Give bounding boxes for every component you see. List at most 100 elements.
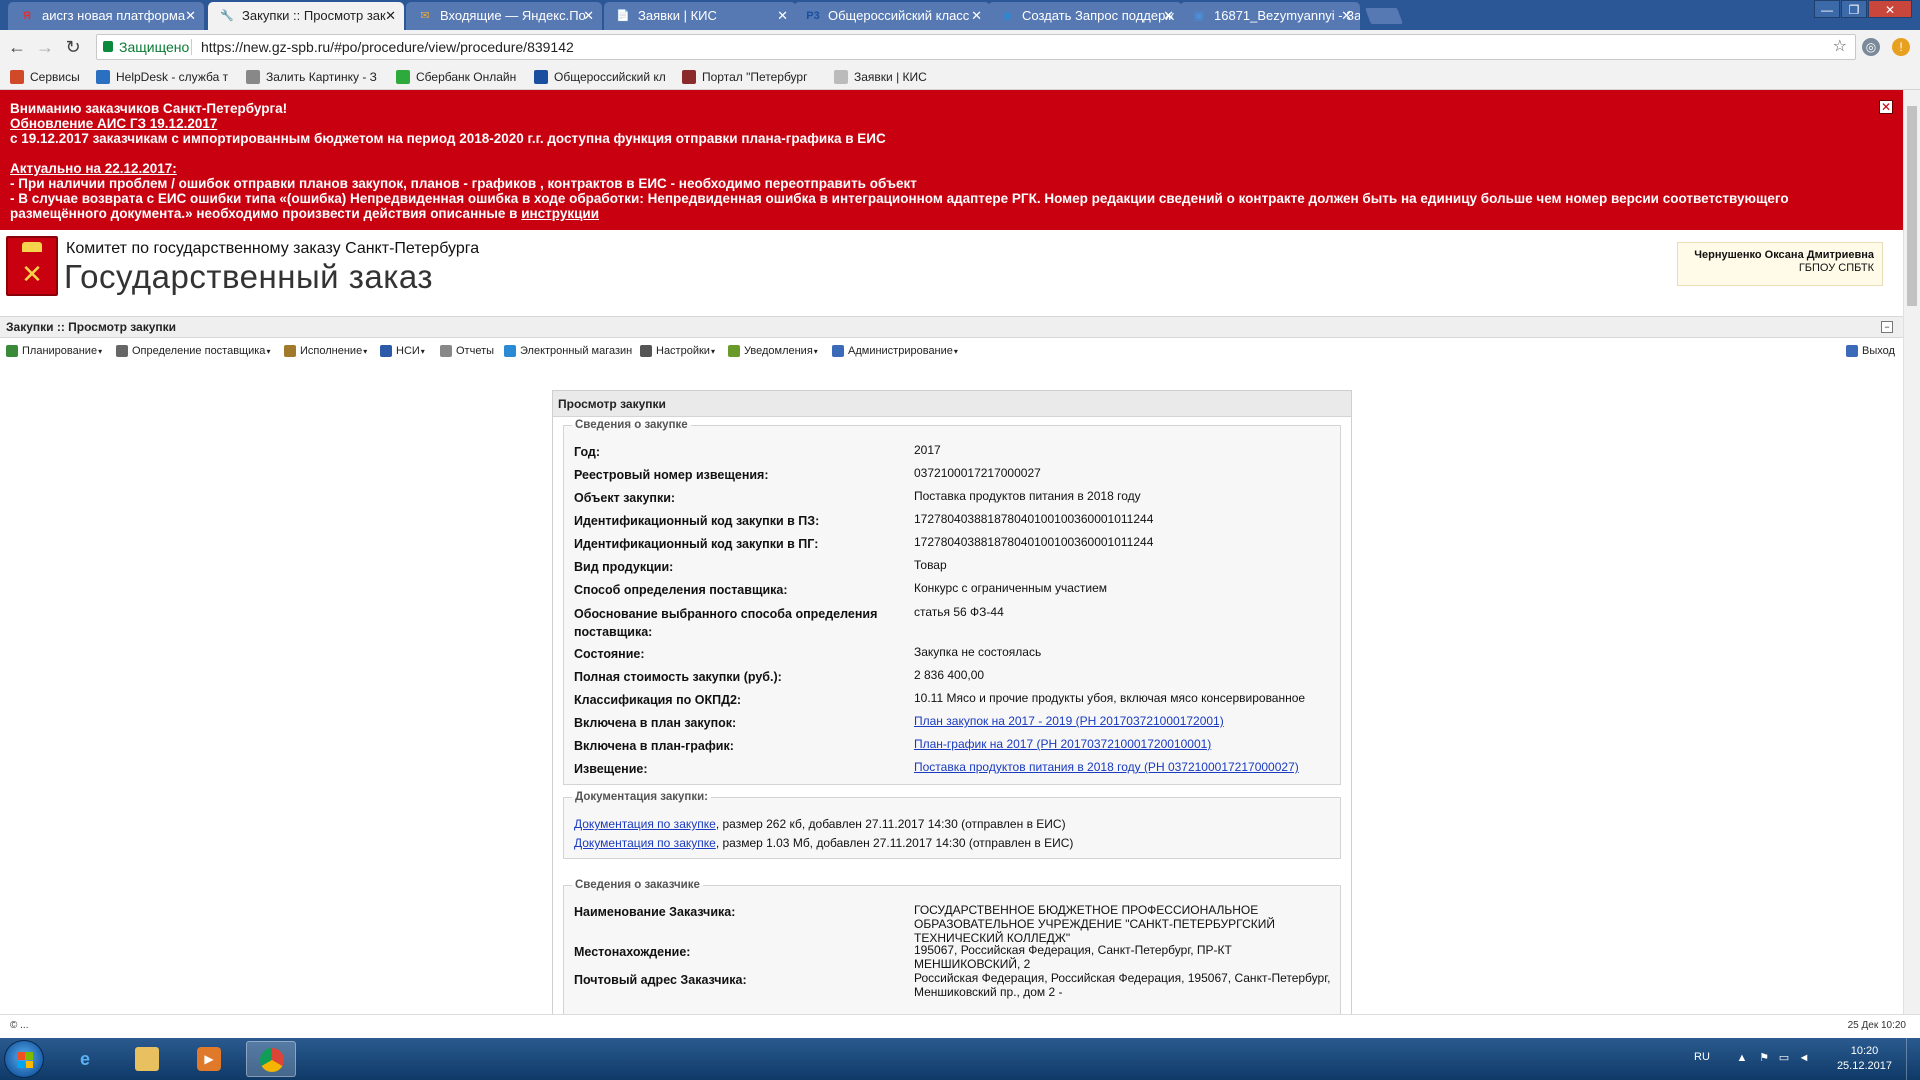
org-name: Комитет по государственному заказу Санкт… [66, 240, 480, 257]
field-label: Вид продукции: [574, 560, 674, 574]
bookmark-item[interactable]: Залить Картинку - З [246, 69, 377, 85]
page-scrollbar[interactable] [1903, 90, 1920, 1014]
bookmark-item[interactable]: Заявки | КИС [834, 69, 927, 85]
menu-item[interactable]: Уведомления▾ [728, 343, 818, 359]
reload-icon[interactable]: ↻ [62, 36, 84, 58]
chevron-down-icon: ▾ [953, 347, 958, 356]
field-label: Наименование Заказчика: [574, 905, 736, 919]
browser-tab[interactable]: Яаисгз новая платформа ✕ [8, 2, 204, 30]
alert-icon[interactable]: ! [1892, 38, 1910, 56]
field-value: 10.11 Мясо и прочие продукты убоя, включ… [914, 691, 1306, 705]
internet-explorer-icon: e [79, 1049, 90, 1069]
bookmark-item[interactable]: Сервисы [10, 69, 80, 85]
menu-item-icon [380, 345, 392, 357]
document-row: Документация по закупке, размер 262 кб, … [574, 817, 1066, 831]
forward-arrow-icon[interactable]: → [34, 36, 56, 58]
taskbar-chrome[interactable] [246, 1041, 296, 1077]
menu-item[interactable]: Отчеты [440, 343, 494, 359]
field-value-link[interactable]: План-график на 2017 (РН 2017037210001720… [914, 737, 1211, 751]
menu-item[interactable]: Определение поставщика▾ [116, 343, 270, 359]
tab-close-icon[interactable]: ✕ [1341, 2, 1352, 30]
tab-favicon-icon: Я [23, 10, 31, 22]
extension-icon[interactable]: ◎ [1862, 38, 1880, 56]
network-icon[interactable]: ▭ [1778, 1052, 1790, 1064]
field-value: Поставка продуктов питания в 2018 году [914, 489, 1141, 503]
browser-tab[interactable]: P3 Общероссийский класс ✕ [794, 2, 990, 30]
browser-tab-strip: Яаисгз новая платформа ✕ 🔧 Закупки :: Просм… [0, 0, 1920, 30]
taskbar-media[interactable]: ▶ [184, 1041, 234, 1077]
bookmark-item[interactable]: HelpDesk - служба т [96, 69, 228, 85]
portal-icon [682, 70, 696, 84]
minimize-button[interactable]: — [1814, 0, 1840, 18]
flag-icon[interactable]: ⚑ [1758, 1052, 1770, 1064]
tray-expand-icon[interactable]: ▲ [1736, 1052, 1748, 1064]
media-player-icon: ▶ [197, 1047, 221, 1071]
tab-close-icon[interactable]: ✕ [777, 2, 788, 30]
menu-item[interactable]: Исполнение▾ [284, 343, 367, 359]
user-info-box[interactable]: Чернушенко Оксана Дмитриевна ГБПОУ СПБТК [1677, 242, 1883, 286]
clock[interactable]: 10:20 25.12.2017 [1837, 1044, 1892, 1074]
banner-close-icon[interactable]: ✕ [1879, 100, 1893, 114]
menu-item[interactable]: Администрирование▾ [832, 343, 958, 359]
main-menu: Планирование▾ Определение поставщика▾ Испо… [0, 338, 1903, 362]
browser-tab[interactable]: ▣ 16871_Bezymyannyi - Зап ✕ [1180, 2, 1360, 30]
page-viewport: Вниманию заказчиков Санкт-Петербурга! Об… [0, 90, 1920, 1014]
banner-line: размещённого документа.» необходимо прои… [10, 206, 600, 221]
tab-close-icon[interactable]: ✕ [971, 2, 982, 30]
tab-close-icon[interactable]: ✕ [185, 2, 196, 30]
menu-item-icon [728, 345, 740, 357]
bookmark-star-icon[interactable]: ☆ [1833, 35, 1847, 59]
tab-close-icon[interactable]: ✕ [385, 2, 396, 30]
menu-item[interactable]: Электронный магазин [504, 343, 632, 359]
browser-tab[interactable]: ◉ Создать Запрос поддерж ✕ [988, 2, 1182, 30]
document-link[interactable]: Документация по закупке [574, 817, 716, 831]
menu-item-icon [116, 345, 128, 357]
language-indicator[interactable]: RU [1694, 1051, 1710, 1063]
browser-tab[interactable]: 🔧 Закупки :: Просмотр зак ✕ [208, 2, 404, 30]
field-value: Российская Федерация, Российская Федерац… [914, 971, 1331, 999]
menu-item[interactable]: Настройки▾ [640, 343, 715, 359]
field-label: Состояние: [574, 647, 645, 661]
show-desktop-button[interactable] [1906, 1038, 1920, 1080]
bookmark-item[interactable]: Сбербанк Онлайн [396, 69, 516, 85]
menu-item[interactable]: НСИ▾ [380, 343, 425, 359]
bookmark-item[interactable]: Общероссийский кл [534, 69, 666, 85]
field-value: Товар [914, 558, 947, 572]
bookmark-item[interactable]: Портал "Петербург [682, 69, 807, 85]
field-label: Местонахождение: [574, 945, 691, 959]
browser-tab[interactable]: 📄 Заявки | КИС ✕ [604, 2, 796, 30]
field-label: Включена в план-график: [574, 739, 734, 753]
panel-title: Просмотр закупки [553, 391, 1351, 417]
tab-title: Создать Запрос поддерж [1022, 8, 1175, 23]
url-text[interactable]: https://new.gz-spb.ru/#po/procedure/view… [201, 35, 574, 59]
field-value: 2 836 400,00 [914, 668, 985, 682]
helpdesk-icon [96, 70, 110, 84]
start-button[interactable] [4, 1040, 44, 1078]
customer-info-section: Сведения о заказчике Наименование Заказч… [563, 879, 1341, 1014]
field-label: Классификация по ОКПД2: [574, 693, 742, 707]
address-bar[interactable]: Защищено https://new.gz-spb.ru/#po/proce… [96, 34, 1856, 60]
field-value-link[interactable]: Поставка продуктов питания в 2018 году (… [914, 760, 1299, 774]
taskbar-explorer[interactable] [122, 1041, 172, 1077]
menu-item[interactable]: Планирование▾ [6, 343, 102, 359]
browser-tab[interactable]: ✉ Входящие — Яндекс.По ✕ [406, 2, 602, 30]
taskbar-ie[interactable]: e [60, 1041, 110, 1077]
tab-close-icon[interactable]: ✕ [583, 2, 594, 30]
banner-line: Обновление АИС ГЗ 19.12.2017 [10, 116, 218, 131]
tab-close-icon[interactable]: ✕ [1163, 2, 1174, 30]
volume-icon[interactable]: ◄ [1798, 1052, 1810, 1064]
maximize-button[interactable]: ❐ [1841, 0, 1867, 18]
field-value-link[interactable]: План закупок на 2017 - 2019 (РН 20170372… [914, 714, 1224, 728]
status-left: © ... [10, 1020, 29, 1031]
back-arrow-icon[interactable]: ← [6, 36, 28, 58]
new-tab-button[interactable] [1365, 8, 1403, 24]
document-meta: , размер 1.03 Мб, добавлен 27.11.2017 14… [715, 836, 1074, 850]
collapse-icon[interactable]: − [1881, 321, 1893, 333]
field-label: Полная стоимость закупки (руб.): [574, 670, 782, 684]
logout-button[interactable]: Выход [1846, 343, 1895, 359]
window-close-button[interactable]: ✕ [1868, 0, 1912, 18]
instructions-link[interactable]: инструкции [521, 206, 599, 221]
document-link[interactable]: Документация по закупке [574, 836, 716, 850]
banner-line: - При наличии проблем / ошибок отправки … [10, 176, 917, 191]
section-legend: Документация закупки: [575, 791, 708, 803]
